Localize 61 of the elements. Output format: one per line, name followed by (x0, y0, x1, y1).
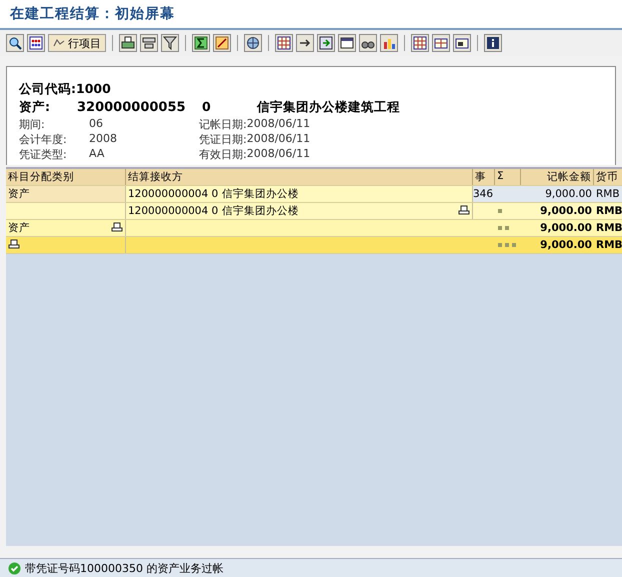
export-icon[interactable] (317, 34, 335, 52)
asset-description: 信宇集团办公楼建筑工程 (257, 99, 400, 116)
table-cell: 资产 (6, 186, 126, 202)
window-icon[interactable] (338, 34, 356, 52)
table-add-icon[interactable] (432, 34, 450, 52)
status-message: 带凭证号码100000350 的资产业务过帐 (25, 560, 224, 576)
table-cell: 信宇集团办公楼 (222, 187, 299, 201)
chart-icon[interactable] (380, 34, 398, 52)
filter-tray-icon[interactable] (140, 34, 158, 52)
column-header[interactable]: 科目分配类别 (6, 169, 126, 185)
info-icon[interactable] (484, 34, 502, 52)
table-cell: RMB (596, 239, 622, 251)
table-cell: RMB (596, 205, 622, 217)
subtotal-level-icon (497, 226, 511, 230)
asset-number: 320000000055 (77, 100, 187, 115)
magnifier-icon[interactable] (6, 34, 24, 52)
funnel-icon[interactable] (161, 34, 179, 52)
sigma-icon[interactable] (192, 34, 210, 52)
table-cell: 9,000.00 (540, 222, 592, 234)
field-label: 会计年度: (19, 132, 68, 147)
globe-icon[interactable] (244, 34, 262, 52)
field-label: 记帐日期: (199, 117, 247, 132)
table-icon[interactable] (275, 34, 293, 52)
table-cell: 信宇集团办公楼 (222, 204, 299, 218)
field-value: 2008/06/11 (246, 117, 310, 132)
table-cell: 346 (473, 186, 495, 202)
subtotal-level-icon (497, 243, 518, 247)
table-cell: 9,000.00 (540, 205, 592, 217)
window-title: 在建工程结算：初始屏幕 (10, 5, 175, 23)
table-cell: 9,000.00 (540, 239, 592, 251)
printer-icon[interactable] (119, 34, 137, 52)
field-value: 2008/06/11 (246, 147, 310, 162)
column-header[interactable]: 结算接收方 (126, 169, 473, 185)
field-label: 期间: (19, 117, 46, 132)
binoculars-icon[interactable] (359, 34, 377, 52)
subtotal-level-icon (497, 209, 504, 213)
table-cell: 120000000004 0 (128, 205, 218, 217)
field-value: AA (89, 147, 104, 162)
table-cell: 资产 (8, 221, 30, 235)
table-cell: RMB (596, 222, 622, 234)
success-check-icon (8, 562, 21, 574)
field-value: 2008 (89, 132, 117, 147)
field-label: 资产: (19, 99, 51, 116)
field-label: 凭证类型: (19, 147, 68, 162)
zigzag-icon (53, 38, 65, 48)
asset-sub-number: 0 (202, 99, 212, 114)
field-label: 公司代码: (19, 81, 76, 98)
table-cell: RMB (594, 186, 622, 202)
field-label: 凭证日期: (199, 132, 247, 147)
table-detail-icon[interactable] (453, 34, 471, 52)
field-value: 06 (89, 117, 103, 132)
table-cell: 120000000004 0 (128, 188, 218, 200)
table-icon[interactable] (411, 34, 429, 52)
field-value: 1000 (76, 81, 111, 96)
field-value: 2008/06/11 (246, 132, 310, 147)
column-header[interactable]: Σ (495, 169, 521, 185)
grid-dots-icon[interactable] (27, 34, 45, 52)
table-cell: 9,000.00 (521, 186, 594, 202)
field-label: 有效日期: (199, 147, 247, 162)
column-header[interactable]: 事 (473, 169, 495, 185)
line-items-button[interactable]: 行项目 (48, 34, 106, 52)
